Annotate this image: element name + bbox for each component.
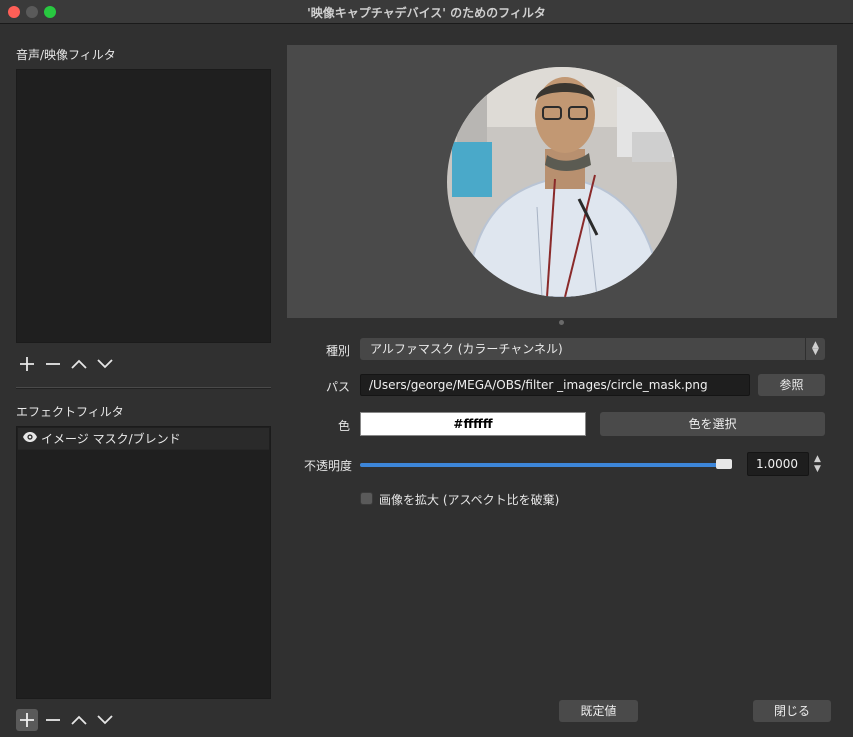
defaults-button[interactable]: 既定値 <box>559 700 638 722</box>
down-icon[interactable] <box>94 353 116 375</box>
close-button[interactable]: 閉じる <box>753 700 831 722</box>
down-icon[interactable] <box>94 709 116 731</box>
effect-toolbar <box>16 708 116 732</box>
window-title: '映像キャプチャデバイス' のためのフィルタ <box>307 6 546 20</box>
up-icon[interactable] <box>68 353 90 375</box>
panel-divider[interactable] <box>16 387 271 389</box>
title-bar: '映像キャプチャデバイス' のためのフィルタ <box>0 0 853 24</box>
filter-preview <box>287 45 837 318</box>
splitter-handle[interactable] <box>559 320 564 325</box>
chevron-updown-icon: ▲ ▼ <box>805 338 825 360</box>
opacity-spinbox[interactable]: 1.0000 <box>747 452 809 476</box>
eye-icon[interactable] <box>22 431 38 446</box>
effect-filter-list[interactable]: イメージ マスク/ブレンド <box>16 426 271 699</box>
audio-video-filter-list[interactable] <box>16 69 271 343</box>
masked-camera-image <box>447 67 677 297</box>
plus-icon[interactable] <box>16 709 38 731</box>
opacity-slider-fill <box>360 463 724 467</box>
up-icon[interactable] <box>68 709 90 731</box>
path-label: パス <box>325 380 350 394</box>
opacity-slider-handle[interactable] <box>716 459 732 469</box>
audio-video-filters-label: 音声/映像フィルタ <box>16 48 116 62</box>
path-input[interactable]: /Users/george/MEGA/OBS/filter _images/ci… <box>360 374 750 396</box>
filters-window: '映像キャプチャデバイス' のためのフィルタ 音声/映像フィルタ エフェクトフィ… <box>0 0 853 737</box>
minus-icon[interactable] <box>42 353 64 375</box>
select-color-button[interactable]: 色を選択 <box>600 412 825 436</box>
list-item[interactable]: イメージ マスク/ブレンド <box>18 428 269 450</box>
color-label: 色 <box>337 419 350 433</box>
type-label: 種別 <box>325 344 350 358</box>
color-value-swatch[interactable]: #ffffff <box>360 412 586 436</box>
effect-filters-label: エフェクトフィルタ <box>16 405 124 419</box>
audio-video-toolbar <box>16 352 116 376</box>
minus-icon[interactable] <box>42 709 64 731</box>
stretch-image-checkbox[interactable] <box>360 492 373 505</box>
filter-item-label: イメージ マスク/ブレンド <box>41 432 181 446</box>
stretch-image-label: 画像を拡大 (アスペクト比を破棄) <box>379 493 560 507</box>
type-select-value: アルファマスク (カラーチャンネル) <box>370 342 563 356</box>
plus-icon[interactable] <box>16 353 38 375</box>
stepper-arrows-icon[interactable]: ▲ ▼ <box>810 452 825 476</box>
browse-button[interactable]: 参照 <box>758 374 825 396</box>
type-select[interactable]: アルファマスク (カラーチャンネル) ▲ ▼ <box>360 338 825 360</box>
opacity-label: 不透明度 <box>303 459 352 473</box>
opacity-slider[interactable] <box>360 459 732 469</box>
